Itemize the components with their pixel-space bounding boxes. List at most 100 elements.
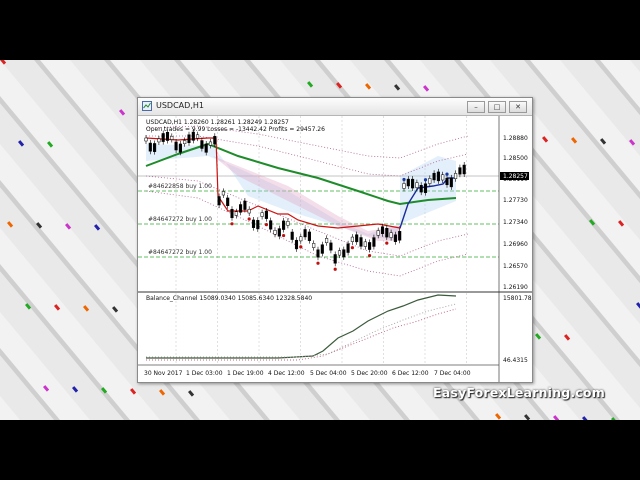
candle: [217, 196, 221, 206]
candle: [165, 131, 170, 141]
signal-dot: [350, 246, 354, 250]
candle: [251, 219, 256, 228]
candle: [256, 220, 260, 230]
candle: [200, 140, 204, 149]
price-tick: 1.28500: [503, 155, 528, 162]
candle: [346, 243, 350, 253]
stripe-speck: [42, 385, 50, 392]
candle: [239, 204, 243, 213]
chart-window: USDCAD,H1 – □ ✕ USDCAD,H1 1.28260 1.2826…: [137, 97, 533, 383]
candle: [329, 242, 333, 251]
candle: [398, 231, 402, 241]
signal-dot: [333, 267, 337, 271]
candle: [316, 249, 320, 258]
time-tick: 7 Dec 04:00: [434, 370, 471, 377]
candle: [153, 143, 157, 152]
candle: [462, 164, 466, 175]
candle: [333, 254, 337, 264]
candle: [234, 211, 238, 216]
signal-dot: [230, 222, 234, 226]
chart-area: USDCAD,H1 1.28260 1.28261 1.28249 1.2825…: [138, 116, 532, 382]
stripe-speck: [187, 390, 195, 397]
candle: [359, 237, 363, 247]
price-tick: 1.26190: [503, 284, 528, 291]
candle: [157, 138, 161, 143]
close-button[interactable]: ✕: [509, 101, 527, 113]
candle: [204, 143, 208, 153]
chart-stats: Open trades = 9.99 Losses = -13442.42 Pr…: [146, 126, 325, 133]
stripe-speck: [599, 138, 607, 145]
order-label: #84647272 buy 1.00: [148, 249, 212, 256]
candle: [428, 178, 432, 184]
chart-icon: [142, 101, 152, 111]
chart-header: USDCAD,H1 1.28260 1.28261 1.28249 1.2825…: [146, 119, 289, 126]
candle: [423, 183, 428, 193]
candle: [174, 141, 178, 151]
title-bar[interactable]: USDCAD,H1 – □ ✕: [138, 98, 532, 116]
candle: [260, 212, 264, 217]
time-tick: 5 Dec 04:00: [310, 370, 347, 377]
candle: [415, 182, 419, 188]
time-tick: 4 Dec 12:00: [268, 370, 305, 377]
candle: [458, 167, 462, 175]
candle: [161, 133, 165, 142]
signal-dot: [402, 177, 406, 182]
candle: [290, 231, 294, 240]
maximize-button[interactable]: □: [488, 101, 506, 113]
signal-dot: [282, 233, 286, 238]
time-tick: 30 Nov 2017: [144, 370, 183, 377]
candle: [445, 177, 449, 186]
candle: [389, 232, 393, 238]
candle: [312, 243, 316, 248]
candle: [380, 226, 385, 234]
candle: [436, 171, 440, 182]
time-tick: 1 Dec 03:00: [186, 370, 223, 377]
indicator-title: Balance_Channel 15089.0340 15085.6340 12…: [146, 295, 312, 302]
price-tick: 1.27340: [503, 219, 528, 226]
candle: [454, 173, 458, 179]
signal-dot: [247, 217, 251, 221]
candle: [342, 249, 346, 258]
signal-dot: [385, 241, 389, 245]
candle: [230, 209, 234, 219]
candle: [411, 178, 415, 189]
video-frame: USDCAD,H1 – □ ✕ USDCAD,H1 1.28260 1.2826…: [0, 60, 640, 420]
candle: [406, 178, 410, 187]
time-tick: 5 Dec 20:00: [351, 370, 388, 377]
candle: [183, 140, 187, 145]
candle: [376, 230, 380, 236]
candle: [277, 228, 281, 237]
candle: [187, 134, 191, 144]
stripe-speck: [46, 141, 54, 148]
candle: [282, 220, 286, 230]
time-tick: 1 Dec 19:00: [227, 370, 264, 377]
signal-dot: [299, 245, 303, 249]
minimize-button[interactable]: –: [467, 101, 485, 113]
candle: [294, 239, 299, 250]
price-tick: 1.28880: [503, 135, 528, 142]
candle: [350, 236, 354, 242]
price-tick: 1.26570: [503, 263, 528, 270]
stripe-speck: [494, 413, 502, 420]
candle: [372, 237, 376, 247]
current-price-label: 1.28257: [503, 173, 528, 180]
indicator-tick: 46.4315: [503, 357, 528, 364]
candle: [170, 136, 174, 140]
candle: [337, 250, 342, 256]
order-label: #84647272 buy 1.00: [148, 216, 212, 223]
candle: [178, 143, 182, 153]
candle: [303, 229, 307, 238]
candle: [264, 210, 268, 219]
time-tick: 6 Dec 12:00: [392, 370, 429, 377]
candle: [299, 236, 303, 242]
candle: [393, 234, 397, 242]
signal-dot: [316, 261, 320, 265]
candle: [363, 241, 367, 247]
order-label: #84622858 buy 1.00: [148, 183, 212, 190]
candle: [355, 234, 359, 243]
signal-dot: [423, 178, 428, 182]
price-tick: 1.26960: [503, 241, 528, 248]
candle: [191, 131, 195, 141]
candle: [273, 230, 277, 235]
watermark: EasyForexLearning.com: [433, 385, 605, 400]
